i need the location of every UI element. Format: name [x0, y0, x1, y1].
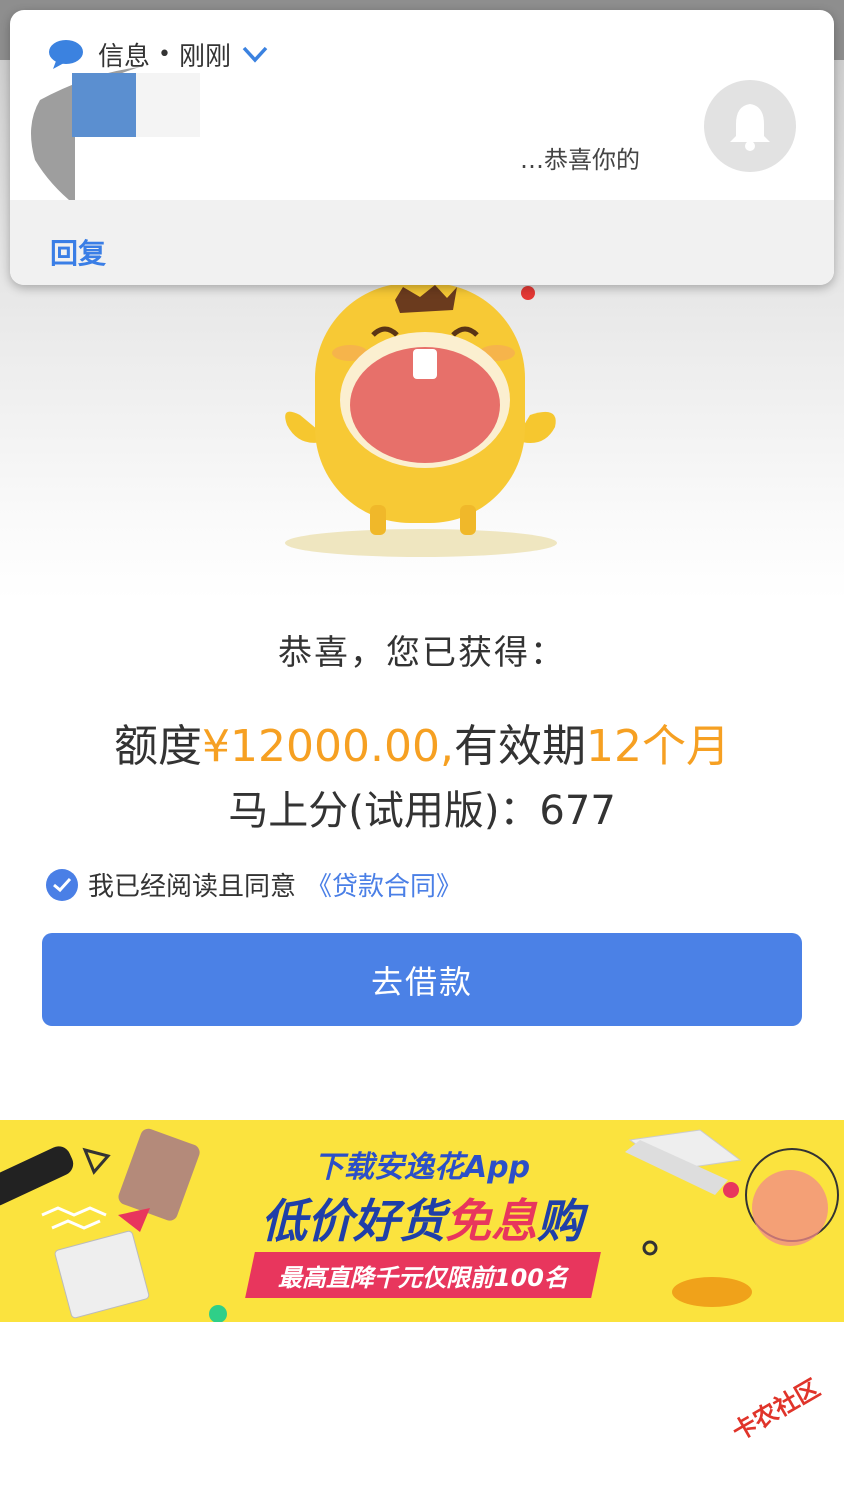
reply-button[interactable]: 回复	[50, 232, 106, 272]
banner-headline: 低价好货免息购	[0, 1185, 844, 1251]
banner-title: 下载安逸花App	[313, 1150, 531, 1185]
banner-headline-b: 免息	[445, 1194, 537, 1248]
checkmark-icon	[53, 877, 72, 892]
borrow-button[interactable]: 去借款	[42, 933, 802, 1026]
banner-tag: 最高直降千元仅限前100名	[245, 1252, 601, 1298]
mascot-illustration	[285, 283, 557, 557]
promo-banner[interactable]: 下载安逸花App 低价好货免息购 最高直降千元仅限前100名	[0, 1120, 844, 1322]
agreement-text: 我已经阅读且同意	[88, 872, 297, 902]
notification-preview: …恭喜你的	[520, 146, 640, 174]
congrats-text: 恭喜，您已获得：	[278, 633, 566, 673]
notification-card[interactable]: 信息 • 刚刚 …恭喜你的 回复	[10, 10, 834, 285]
validity-label: 有效期	[453, 721, 586, 772]
bell-icon	[730, 104, 770, 151]
amount-value: ¥12000.00,	[202, 721, 454, 772]
banner-headline-a: 低价好货	[261, 1194, 445, 1248]
validity-value: 12个月	[585, 721, 730, 772]
agreement-checkbox[interactable]	[46, 868, 78, 901]
notification-actions-bar	[10, 200, 834, 285]
score-text: 马上分(试用版)：677	[228, 788, 616, 834]
contract-link[interactable]: 《贷款合同》	[306, 866, 462, 903]
amount-label: 额度	[114, 721, 203, 772]
notification-avatar	[704, 80, 796, 172]
banner-tag-text: 最高直降千元仅限前100名	[277, 1263, 569, 1292]
credit-amount-line: 额度¥12000.00,有效期12个月	[0, 710, 844, 774]
watermark-logo: 卡农社区	[727, 1373, 825, 1447]
agreement-row: 我已经阅读且同意 《贷款合同》	[46, 866, 462, 903]
banner-headline-c: 购	[537, 1194, 583, 1248]
